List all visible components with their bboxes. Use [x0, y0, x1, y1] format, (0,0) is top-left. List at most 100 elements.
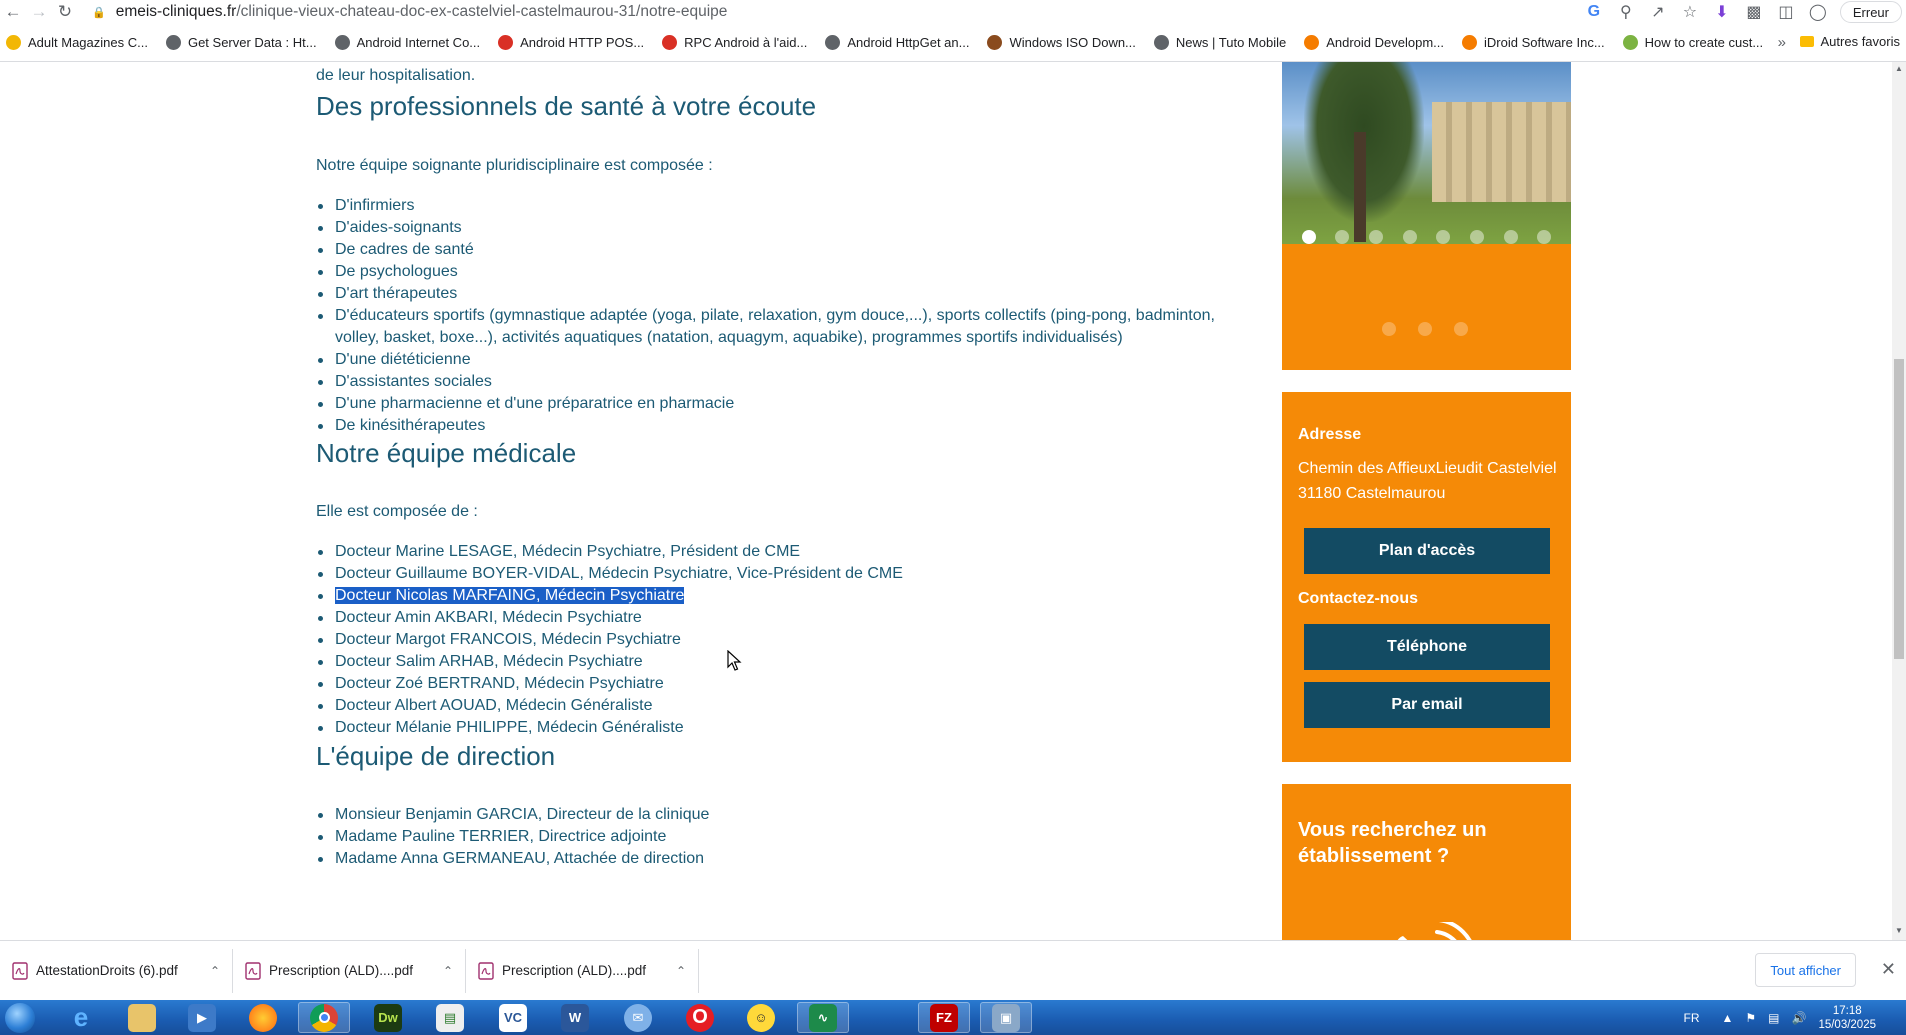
list-item: Monsieur Benjamin GARCIA, Directeur de l… [318, 804, 1255, 826]
bookmark-item[interactable]: Get Server Data : Ht... [165, 35, 317, 50]
taskbar-monitor[interactable]: ∿ [797, 1002, 849, 1033]
taskbar-chrome[interactable] [298, 1002, 350, 1033]
taskbar-firefox[interactable] [237, 1002, 289, 1033]
carousel-dot[interactable] [1369, 230, 1384, 244]
phone-button[interactable]: Téléphone [1304, 624, 1550, 670]
carousel-dots [1282, 230, 1571, 244]
taskbar-dreamweaver[interactable]: Dw [362, 1002, 414, 1033]
page-scrollbar[interactable]: ▲ ▼ [1892, 62, 1906, 940]
selected-text: Docteur Nicolas MARFAING, Médecin Psychi… [335, 587, 685, 604]
email-button[interactable]: Par email [1304, 682, 1550, 728]
download-item[interactable]: Prescription (ALD)....pdf ⌃ [466, 948, 699, 993]
carousel-dot[interactable] [1335, 230, 1350, 244]
list-item-text: Madame Anna GERMANEAU, Attachée de direc… [335, 850, 705, 867]
scrollbar-thumb[interactable] [1894, 359, 1904, 659]
list-item-text: Docteur Zoé BERTRAND, Médecin Psychiatre [335, 675, 664, 692]
carousel-dot[interactable] [1537, 230, 1552, 244]
download-item[interactable]: Prescription (ALD)....pdf ⌃ [233, 948, 466, 993]
clinic-photo-carousel[interactable] [1282, 62, 1571, 244]
list-item-text: Monsieur Benjamin GARCIA, Directeur de l… [335, 806, 710, 823]
network-tray-icon[interactable]: ▤ [1768, 1011, 1779, 1025]
back-icon[interactable]: ← [0, 0, 26, 24]
mail-icon: ✉ [624, 1003, 652, 1032]
scroll-up-icon[interactable]: ▲ [1894, 64, 1904, 76]
carousel-dot[interactable] [1503, 230, 1518, 244]
taskbar-ie[interactable]: e [55, 1002, 107, 1033]
phone-icon [1397, 922, 1472, 940]
show-all-downloads-button[interactable]: Tout afficher [1755, 953, 1856, 987]
list-item: D'éducateurs sportifs (gymnastique adapt… [318, 305, 1255, 349]
download-options-chevron-icon[interactable]: ⌃ [443, 964, 453, 978]
medical-team-list: Docteur Marine LESAGE, Médecin Psychiatr… [318, 541, 1255, 739]
profile-error-button[interactable]: Erreur [1839, 1, 1902, 23]
download-options-chevron-icon[interactable]: ⌃ [676, 964, 686, 978]
zoom-icon[interactable]: ⚲ [1610, 0, 1642, 24]
carousel-dot[interactable] [1469, 230, 1484, 244]
downloads-bar: AttestationDroits (6).pdf ⌃ Prescription (… [0, 940, 1906, 1000]
bookmark-label: Get Server Data : Ht... [187, 35, 317, 50]
taskbar-smiley[interactable]: ☺ [735, 1002, 787, 1033]
list-item: Docteur Guillaume BOYER-VIDAL, Médecin P… [318, 563, 1255, 585]
bookmark-item[interactable]: Adult Magazines C... [6, 35, 148, 50]
clock[interactable]: 17:18 15/03/2025 [1818, 1004, 1876, 1032]
profile-avatar-icon[interactable]: ◯ [1802, 0, 1834, 24]
scroll-down-icon[interactable]: ▼ [1894, 926, 1904, 938]
taskbar-vc[interactable]: VC [487, 1002, 539, 1033]
taskbar-network[interactable]: ▣ [980, 1002, 1032, 1033]
download-item[interactable]: AttestationDroits (6).pdf ⌃ [0, 948, 233, 993]
taskbar-opera[interactable]: O [674, 1002, 726, 1033]
search-establishment-box[interactable]: Vous recherchez un établissement ? [1282, 784, 1571, 940]
bookmarks-bar: Adult Magazines C... Get Server Data : Ht… [0, 24, 1906, 62]
bookmark-favicon-icon [6, 35, 21, 50]
bookmark-item[interactable]: News | Tuto Mobile [1153, 35, 1286, 50]
list-item: De cadres de santé [318, 239, 1255, 261]
pager-dot[interactable] [1418, 322, 1432, 336]
carousel-dot[interactable] [1436, 230, 1451, 244]
side-panel-icon[interactable]: ◫ [1770, 0, 1802, 24]
share-icon[interactable]: ↗ [1642, 0, 1674, 24]
bookmarks-overflow-icon[interactable]: » [1778, 34, 1786, 51]
bookmark-item[interactable]: RPC Android à l'aid... [662, 35, 807, 50]
pager-dot[interactable] [1382, 322, 1396, 336]
other-bookmarks-label: Autres favoris [1820, 34, 1900, 49]
taskbar-word[interactable]: W [549, 1002, 601, 1033]
bookmark-item[interactable]: iDroid Software Inc... [1462, 35, 1605, 50]
pager-dot[interactable] [1454, 322, 1468, 336]
carousel-dot[interactable] [1402, 230, 1417, 244]
bookmark-item[interactable]: Windows ISO Down... [987, 35, 1136, 50]
taskbar-filezilla[interactable]: FZ [918, 1002, 970, 1033]
bookmark-item[interactable]: Android HttpGet an... [825, 35, 969, 50]
tray-expand-icon[interactable]: ▲ [1721, 1011, 1733, 1025]
plan-access-button[interactable]: Plan d'accès [1304, 528, 1550, 574]
taskbar-media[interactable]: ▶ [176, 1002, 228, 1033]
address-bar-actions: G ⚲ ↗ ☆ ⬇ ▩ ◫ ◯ Erreur [1578, 0, 1906, 24]
download-arrow-icon[interactable]: ⬇ [1706, 0, 1738, 24]
forward-icon[interactable]: → [26, 0, 52, 24]
lock-icon[interactable]: 🔒 [92, 6, 106, 19]
start-button[interactable] [0, 1000, 40, 1035]
close-downloads-icon[interactable]: ✕ [1881, 959, 1896, 980]
bookmark-item[interactable]: Android Internet Co... [334, 35, 480, 50]
download-options-chevron-icon[interactable]: ⌃ [210, 964, 220, 978]
bookmark-item[interactable]: How to create cust... [1622, 35, 1763, 50]
google-icon[interactable]: G [1578, 0, 1610, 24]
volume-icon[interactable]: 🔊 [1791, 1011, 1806, 1025]
other-bookmarks[interactable]: Autres favoris [1799, 34, 1900, 49]
list-item-text: D'une pharmacienne et d'une préparatrice… [335, 395, 735, 412]
list-item-text: D'infirmiers [335, 197, 415, 214]
url-domain: emeis-cliniques.fr [115, 3, 237, 20]
professionals-list: D'infirmiers D'aides-soignants De cadres d… [318, 195, 1255, 437]
taskbar-explorer[interactable] [116, 1002, 168, 1033]
taskbar-app[interactable]: ▤ [424, 1002, 476, 1033]
chart-app-icon: ▤ [436, 1003, 464, 1032]
extensions-icon[interactable]: ▩ [1738, 0, 1770, 24]
action-center-flag-icon[interactable]: ⚑ [1745, 1011, 1756, 1025]
bookmark-item[interactable]: Android HTTP POS... [498, 35, 644, 50]
taskbar-thunderbird[interactable]: ✉ [612, 1002, 664, 1033]
url-field[interactable]: emeis-cliniques.fr/clinique-vieux-chatea… [116, 3, 728, 21]
language-indicator[interactable]: FR [1683, 1011, 1699, 1025]
bookmark-item[interactable]: Android Developm... [1304, 35, 1444, 50]
carousel-dot[interactable] [1301, 230, 1316, 244]
reload-icon[interactable]: ↻ [52, 0, 78, 24]
bookmark-star-icon[interactable]: ☆ [1674, 0, 1706, 24]
